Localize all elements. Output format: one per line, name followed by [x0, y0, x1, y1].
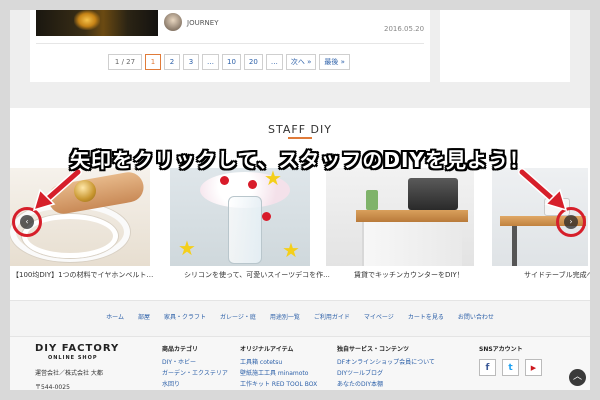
instruction-banner: 矢印をクリックして、スタッフのDIYを見よう！: [70, 148, 530, 172]
divider: [36, 43, 424, 44]
section-title-underline: [288, 137, 312, 139]
footer-link[interactable]: 工作キット RED TOOL BOX: [240, 379, 317, 390]
twitter-icon[interactable]: t: [502, 359, 519, 376]
table-leg: [512, 226, 517, 266]
column-heading: 商品カテゴリ: [162, 346, 199, 353]
page-button-1[interactable]: 1: [145, 54, 161, 70]
footer-link-garage[interactable]: ガレージ・庭: [220, 312, 256, 321]
sns-heading: SNSアカウント: [479, 346, 523, 353]
page-button-20[interactable]: 20: [243, 54, 263, 70]
page-ellipsis: …: [202, 54, 219, 70]
star-icon: ★: [178, 236, 196, 260]
post-date: 2016.05.20: [384, 25, 425, 33]
page-button-10[interactable]: 10: [222, 54, 241, 70]
staff-diy-carousel: 【100均DIY】1つの材料でイヤホンベルト… ★ ★ ★ シリコンを使って、可…: [10, 168, 590, 284]
footer-link-room[interactable]: 部屋: [138, 312, 150, 321]
footer-column-original: オリジナルアイテム 工具箱 cotetsu 壁紙施工工具 minamoto 工作…: [240, 344, 317, 390]
facebook-icon[interactable]: f: [479, 359, 496, 376]
youtube-icon[interactable]: ▶: [525, 359, 542, 376]
footer-link[interactable]: DIYツールブログ: [337, 368, 435, 379]
annotation-arrow-icon: [518, 168, 568, 212]
footer-link-cart[interactable]: カートを見る: [408, 312, 444, 321]
footer-column-categories: 商品カテゴリ DIY・ホビー ガーデン・エクステリア 水回り: [162, 344, 228, 390]
footer-link[interactable]: 工具箱 cotetsu: [240, 357, 317, 368]
slide-caption[interactable]: 賃貸でキッチンカウンターをDIY！: [354, 270, 464, 280]
footer-link-contact[interactable]: お問い合わせ: [458, 312, 494, 321]
chevron-right-icon[interactable]: ›: [564, 215, 578, 229]
slide-caption[interactable]: サイドテーブル完成へ: [524, 270, 590, 280]
slide-caption[interactable]: シリコンを使って、可愛いスイーツデコを作...: [184, 270, 330, 280]
article-thumbnail[interactable]: [36, 10, 158, 36]
page-info: 1 / 27: [108, 54, 142, 70]
footer-link[interactable]: DFオンラインショップ会員について: [337, 357, 435, 368]
column-heading: 独自サービス・コンテンツ: [337, 346, 410, 353]
thumbnail-light: [74, 10, 100, 30]
bottle: [366, 190, 378, 210]
annotation-arrow-icon: [32, 168, 82, 212]
author-name: JOURNEY: [187, 19, 219, 27]
footer-link-home[interactable]: ホーム: [106, 312, 124, 321]
slide-caption[interactable]: 【100均DIY】1つの材料でイヤホンベルト…: [12, 270, 153, 280]
cabinet: [362, 222, 462, 266]
cherry: [248, 180, 257, 189]
last-page-button[interactable]: 最後 »: [319, 54, 350, 70]
company-name: 運営会社／株式会社 大都: [35, 370, 103, 377]
star-icon: ★: [282, 238, 300, 262]
avatar: [164, 13, 182, 31]
column-heading: オリジナルアイテム: [240, 346, 294, 353]
footer-link-furniture[interactable]: 家具・クラフト: [164, 312, 206, 321]
cherry: [262, 212, 271, 221]
pagination: 1 / 27 1 2 3 … 10 20 … 次へ » 最後 »: [108, 54, 350, 70]
glass-jar: [228, 196, 262, 264]
page-button-2[interactable]: 2: [164, 54, 180, 70]
slide-image[interactable]: [326, 168, 474, 266]
page-button-3[interactable]: 3: [183, 54, 199, 70]
footer-nav: ホーム 部屋 家具・クラフト ガレージ・庭 用途別一覧 ご利用ガイド マイページ…: [10, 300, 590, 336]
chevron-left-icon[interactable]: ‹: [20, 215, 34, 229]
back-to-top-button[interactable]: ︿: [569, 369, 586, 386]
footer-nav-links: ホーム 部屋 家具・クラフト ガレージ・庭 用途別一覧 ご利用ガイド マイページ…: [10, 312, 590, 321]
footer-column-services: 独自サービス・コンテンツ DFオンラインショップ会員について DIYツールブログ…: [337, 344, 435, 390]
footer-link[interactable]: 水回り: [162, 379, 228, 390]
footer-link-purpose[interactable]: 用途別一覧: [270, 312, 300, 321]
footer-link-mypage[interactable]: マイページ: [364, 312, 394, 321]
footer-logo[interactable]: DIY FACTORY: [35, 343, 119, 354]
footer-link[interactable]: DIY・ホビー: [162, 357, 228, 368]
microwave: [408, 178, 458, 210]
footer-logo-sub: ONLINE SHOP: [48, 355, 98, 361]
page-ellipsis: …: [265, 54, 283, 70]
counter-top: [356, 210, 468, 222]
next-page-button[interactable]: 次へ »: [285, 54, 317, 70]
slide-image[interactable]: ★ ★ ★: [170, 168, 310, 266]
sidebar-card: [440, 10, 570, 82]
carousel-slide[interactable]: 賃貸でキッチンカウンターをDIY！: [326, 168, 474, 284]
footer-link-guide[interactable]: ご利用ガイド: [314, 312, 350, 321]
footer-link[interactable]: ガーデン・エクステリア: [162, 368, 228, 379]
carousel-slide[interactable]: ★ ★ ★ シリコンを使って、可愛いスイーツデコを作...: [170, 168, 330, 284]
cherry: [220, 176, 229, 185]
postal-code: 〒544-0025: [35, 384, 70, 391]
footer-link[interactable]: あなたのDIY本棚: [337, 379, 435, 390]
footer-link[interactable]: 壁紙施工工具 minamoto: [240, 368, 317, 379]
section-title: STAFF DIY: [268, 123, 332, 136]
